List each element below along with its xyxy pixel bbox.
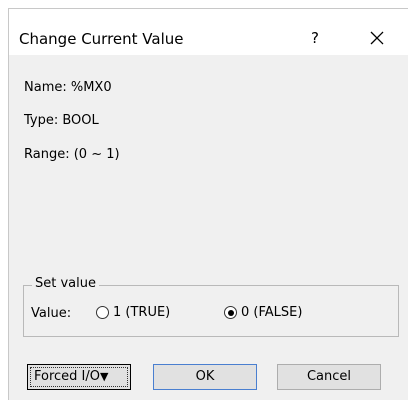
change-value-dialog: Change Current Value ? Name: %MX0 Type: …: [8, 8, 408, 400]
title-bar: Change Current Value ?: [9, 9, 408, 55]
radio-true-label: 1 (TRUE): [113, 305, 171, 320]
set-value-group: Set value Value: 1 (TRUE) 0 (FALSE): [23, 276, 399, 337]
radio-false-label: 0 (FALSE): [241, 305, 303, 320]
set-value-group-label: Set value: [32, 276, 99, 291]
cancel-button[interactable]: Cancel: [277, 364, 381, 390]
range-field: Range: (0 ~ 1): [24, 147, 120, 162]
radio-true-circle[interactable]: [96, 306, 109, 319]
forced-io-button[interactable]: Forced I/O▼: [27, 364, 131, 390]
close-button[interactable]: [365, 27, 389, 49]
close-icon: [370, 31, 384, 45]
dialog-title: Change Current Value: [19, 30, 184, 48]
radio-false-circle[interactable]: [224, 306, 237, 319]
type-field: Type: BOOL: [24, 113, 99, 128]
ok-button[interactable]: OK: [153, 364, 257, 390]
radio-true[interactable]: 1 (TRUE): [96, 305, 170, 320]
name-field: Name: %MX0: [24, 80, 112, 95]
focus-ring: [30, 367, 128, 387]
help-button[interactable]: ?: [305, 27, 325, 49]
radio-false[interactable]: 0 (FALSE): [224, 305, 302, 320]
value-label: Value:: [31, 306, 72, 321]
